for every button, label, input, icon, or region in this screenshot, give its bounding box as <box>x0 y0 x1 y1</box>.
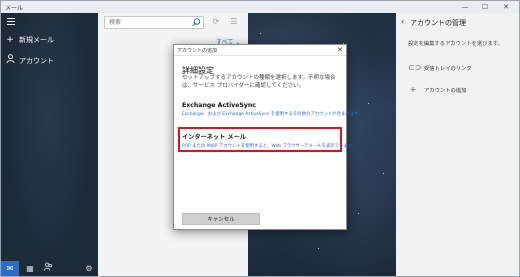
search-input[interactable] <box>105 17 191 28</box>
close-button[interactable]: ✕ <box>498 2 514 12</box>
dialog-title: アカウントの追加 <box>177 48 218 54</box>
left-navigation-pane: + 新規メール アカウント ✉ ▦ ⚙ <box>1 13 98 276</box>
internet-mail-option-title: インターネット メール <box>182 134 247 141</box>
add-account-label: アカウントの追加 <box>424 88 467 94</box>
exchange-option-description: Exchange、および Exchange ActiveSync を使用するその… <box>182 112 363 117</box>
calendar-icon[interactable]: ▦ <box>21 261 39 276</box>
app-title: メール <box>5 5 24 12</box>
linked-inboxes-item[interactable]: ⊂⊃ 受信トレイのリンク <box>408 63 472 73</box>
new-mail-button[interactable]: + 新規メール <box>5 34 54 46</box>
search-box[interactable] <box>104 16 204 29</box>
accounts-label: アカウント <box>19 57 54 65</box>
pane-description: 設定を編集するアカウントを選びます。 <box>408 41 503 47</box>
dialog-description: セットアップするアカウントの種類を選択します。不明な場合は、サービス プロバイダ… <box>182 75 336 89</box>
accounts-button[interactable]: アカウント <box>5 54 54 66</box>
new-mail-label: 新規メール <box>19 36 54 44</box>
dialog-close-icon[interactable]: ✕ <box>337 46 343 54</box>
bottom-app-bar: ✉ ▦ ⚙ <box>1 261 98 276</box>
dialog-title-bar: アカウントの追加 ✕ <box>174 45 346 56</box>
plus-icon: + <box>409 85 417 94</box>
add-account-dialog: アカウントの追加 ✕ 詳細設定 セットアップするアカウントの種類を選択します。不… <box>173 44 363 230</box>
settings-icon[interactable]: ⚙ <box>80 261 98 276</box>
select-mode-icon[interactable]: ☰ <box>229 17 239 27</box>
internet-mail-option[interactable]: インターネット メール POP または IMAP アカウントを使用すると、Web… <box>182 132 357 149</box>
search-icon[interactable] <box>192 18 201 27</box>
link-icon: ⊂⊃ <box>408 63 422 72</box>
people-icon[interactable] <box>39 261 57 276</box>
exchange-activesync-option[interactable]: Exchange ActiveSync Exchange、および Exchang… <box>182 102 363 117</box>
internet-mail-option-description: POP または IMAP アカウントを使用すると、Web ブラウザーでメールを表… <box>182 144 357 149</box>
add-account-item[interactable]: + アカウントの追加 <box>408 85 467 95</box>
minimize-button[interactable]: — <box>457 2 473 12</box>
sync-icon[interactable]: ⟳ <box>211 17 221 27</box>
chevron-left-icon[interactable]: ‹ <box>401 17 404 26</box>
hamburger-menu-icon[interactable] <box>7 18 15 25</box>
maximize-button[interactable]: ☐ <box>477 2 493 12</box>
title-bar: メール — ☐ ✕ <box>1 1 519 13</box>
account-management-pane: ‹ アカウントの管理 設定を編集するアカウントを選びます。 ⊂⊃ 受信トレイのリン… <box>396 13 519 276</box>
plus-icon: + <box>6 35 14 45</box>
linked-inboxes-label: 受信トレイのリンク <box>424 66 472 72</box>
pane-title: アカウントの管理 <box>410 19 466 27</box>
cancel-button[interactable]: キャンセル <box>182 213 260 225</box>
person-icon <box>5 54 15 67</box>
exchange-option-title: Exchange ActiveSync <box>182 102 256 109</box>
mail-icon[interactable]: ✉ <box>1 261 19 276</box>
